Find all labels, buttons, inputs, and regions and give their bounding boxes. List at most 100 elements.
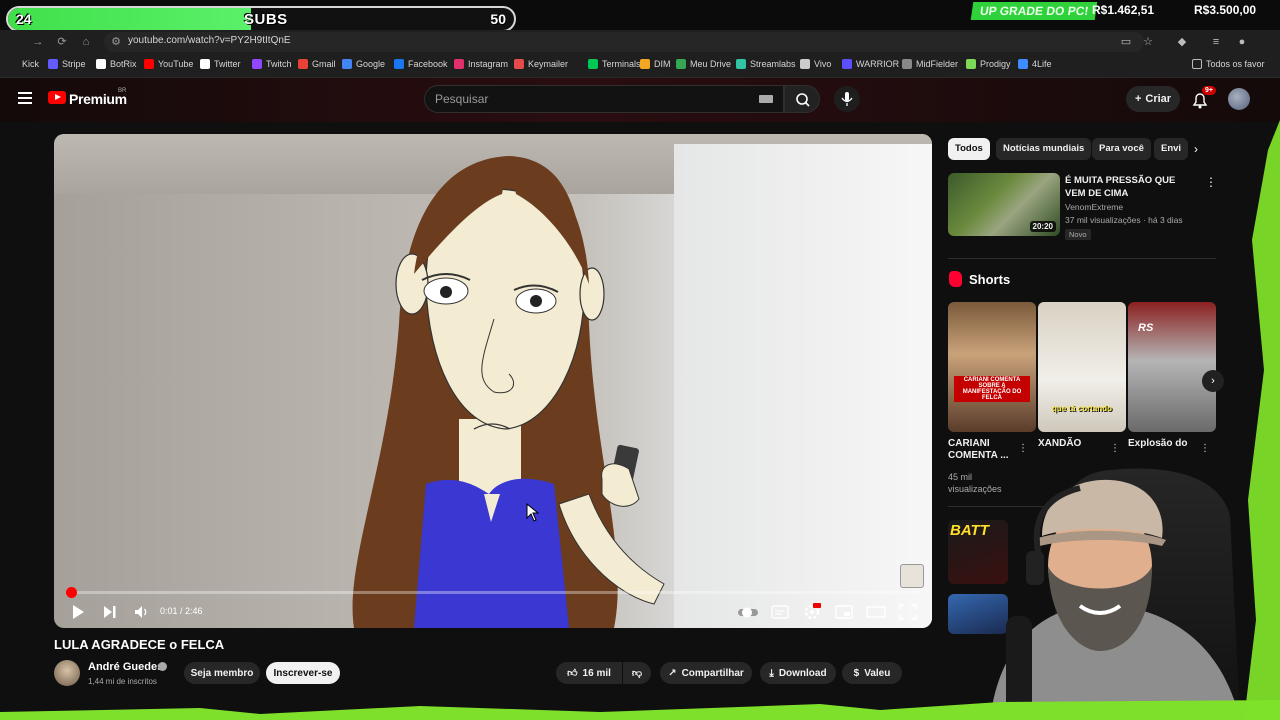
shorts-next-chevron-icon[interactable]: › <box>1202 370 1224 392</box>
subtitles-icon[interactable] <box>770 603 790 621</box>
channel-watermark-icon[interactable] <box>900 564 924 588</box>
short-title-3[interactable]: Explosão do <box>1128 438 1187 450</box>
like-count: 16 mil <box>582 667 611 679</box>
recommended-video-channel[interactable]: VenomExtreme <box>1065 202 1123 212</box>
bookmark-midfielder[interactable]: MidFielder <box>902 59 958 69</box>
browser-toolbar: → ⟳ ⌂ ⚙ youtube.com/watch?v=PY2H9tItQnE … <box>0 30 1280 54</box>
mouse-cursor-icon <box>526 503 540 522</box>
volume-icon[interactable] <box>132 603 152 621</box>
progress-scrubber-handle[interactable] <box>66 587 78 598</box>
thanks-button[interactable]: $ Valeu <box>842 662 902 684</box>
bookmark-favicon-icon <box>454 59 464 69</box>
like-button[interactable]: 👍︎ 16 mil <box>556 662 622 684</box>
extensions-icon[interactable]: ◆ <box>1174 34 1190 50</box>
short-menu-icon-3[interactable]: ⋮ <box>1200 443 1210 454</box>
bookmark-kick[interactable]: Kick <box>22 59 39 69</box>
all-favorites-folder[interactable]: Todos os favor <box>1192 59 1265 69</box>
profile-icon[interactable]: ● <box>1234 34 1250 50</box>
theater-mode-icon[interactable] <box>866 603 886 621</box>
more-options-icon[interactable]: ⋮ <box>1205 175 1217 189</box>
search-button[interactable] <box>784 85 820 113</box>
bookmarks-bar: Todos os favor Kick Stripe BotRix YouTube Tw… <box>0 54 1280 78</box>
recommended-video-thumbnail[interactable]: 20:20 <box>948 173 1060 236</box>
bookmark-twitter[interactable]: Twitter <box>200 59 241 69</box>
bookmark-prodigy[interactable]: Prodigy <box>966 59 1011 69</box>
chip-sent[interactable]: Envi <box>1154 138 1189 160</box>
bookmark-warrior[interactable]: WARRIOR <box>842 59 899 69</box>
sub-goal-fill <box>8 8 251 30</box>
forward-arrow-icon[interactable]: → <box>30 34 46 50</box>
bookmark-instagram[interactable]: Instagram <box>454 59 508 69</box>
miniplayer-icon[interactable] <box>834 603 854 621</box>
bookmark-twitch[interactable]: Twitch <box>252 59 292 69</box>
reading-list-icon[interactable]: ≡ <box>1208 34 1224 50</box>
stream-overlay-bottom-edge <box>0 700 1280 720</box>
hamburger-menu-icon[interactable] <box>18 92 32 104</box>
bookmark-star-icon[interactable]: ☆ <box>1140 34 1156 50</box>
cast-icon[interactable]: ▭ <box>1118 34 1134 50</box>
thumbs-down-icon: 👎︎ <box>631 668 643 679</box>
settings-gear-icon[interactable] <box>802 603 822 621</box>
bookmark-favicon-icon <box>252 59 262 69</box>
short-title-2[interactable]: XANDÃO <box>1038 438 1081 450</box>
address-bar[interactable]: ⚙ youtube.com/watch?v=PY2H9tItQnE <box>104 32 1144 52</box>
keyboard-icon[interactable] <box>759 95 773 103</box>
channel-name[interactable]: André Guedes <box>88 661 163 673</box>
recommended-video-title[interactable]: É MUITA PRESSÃO QUE VEM DE CIMA <box>1065 174 1195 200</box>
account-avatar[interactable] <box>1228 88 1250 110</box>
chevron-right-icon[interactable]: › <box>1194 142 1198 156</box>
bookmark-favicon-icon <box>514 59 524 69</box>
channel-avatar[interactable] <box>54 660 80 686</box>
bookmark-favicon-icon <box>200 59 210 69</box>
short-caption-3: RS <box>1138 322 1154 334</box>
download-button[interactable]: ⤓ Download <box>760 662 836 684</box>
create-button[interactable]: + Criar <box>1126 86 1180 112</box>
bookmark-favicon-icon <box>842 59 852 69</box>
bookmark-dim[interactable]: DIM <box>640 59 671 69</box>
bookmark-favicon-icon <box>966 59 976 69</box>
microphone-icon <box>841 92 853 106</box>
bookmark-streamlabs[interactable]: Streamlabs <box>736 59 796 69</box>
bookmark-google[interactable]: Google <box>342 59 385 69</box>
bookmark-keymailer[interactable]: Keymailer <box>514 59 568 69</box>
subscribe-button[interactable]: Inscrever-se <box>266 662 340 684</box>
fullscreen-icon[interactable] <box>898 603 918 621</box>
autoplay-toggle-icon[interactable] <box>736 603 760 621</box>
voice-search-button[interactable] <box>834 86 860 112</box>
bookmark-favicon-icon <box>676 59 686 69</box>
bookmark-favicon-icon <box>640 59 650 69</box>
bookmark-stripe[interactable]: Stripe <box>48 59 86 69</box>
bookmark-youtube[interactable]: YouTube <box>144 59 193 69</box>
bookmark-4life[interactable]: 4Life <box>1018 59 1052 69</box>
chip-world-news[interactable]: Notícias mundiais <box>996 138 1092 160</box>
next-video-icon[interactable] <box>100 603 120 621</box>
bookmark-botrix[interactable]: BotRix <box>96 59 137 69</box>
progress-bar[interactable] <box>66 587 920 598</box>
chip-all[interactable]: Todos <box>948 138 990 160</box>
sub-goal-count: 24 <box>16 11 32 27</box>
bookmark-vivo[interactable]: Vivo <box>800 59 831 69</box>
bookmark-terminals[interactable]: Terminals <box>588 59 641 69</box>
chip-for-you[interactable]: Para você <box>1092 138 1151 160</box>
site-settings-icon[interactable]: ⚙ <box>108 34 124 50</box>
home-icon[interactable]: ⌂ <box>78 34 94 50</box>
bookmark-meu-drive[interactable]: Meu Drive <box>676 59 731 69</box>
bookmark-favicon-icon <box>48 59 58 69</box>
short-thumbnail-3[interactable]: RS <box>1128 302 1216 432</box>
short-thumbnail-1[interactable]: CARIANI COMENTA SOBRE A MANIFESTAÇÃO DO … <box>948 302 1036 432</box>
share-button[interactable]: ↗ Compartilhar <box>660 662 752 684</box>
short-menu-icon-1[interactable]: ⋮ <box>1018 443 1028 454</box>
play-icon[interactable] <box>68 603 88 621</box>
reload-icon[interactable]: ⟳ <box>54 34 70 50</box>
youtube-header: Premium BR + Criar 9+ <box>0 78 1280 122</box>
bookmark-facebook[interactable]: Facebook <box>394 59 448 69</box>
short-thumbnail-2[interactable]: que tá cortando <box>1038 302 1126 432</box>
video-duration: 20:20 <box>1029 221 1056 232</box>
bookmark-gmail[interactable]: Gmail <box>298 59 336 69</box>
dislike-button[interactable]: 👎︎ <box>623 662 651 684</box>
video-player[interactable]: 0:01 / 2:46 <box>54 134 932 628</box>
youtube-logo-icon[interactable] <box>48 91 66 104</box>
search-input[interactable] <box>435 92 755 106</box>
join-button[interactable]: Seja membro <box>184 662 260 684</box>
short-menu-icon-2[interactable]: ⋮ <box>1110 443 1120 454</box>
